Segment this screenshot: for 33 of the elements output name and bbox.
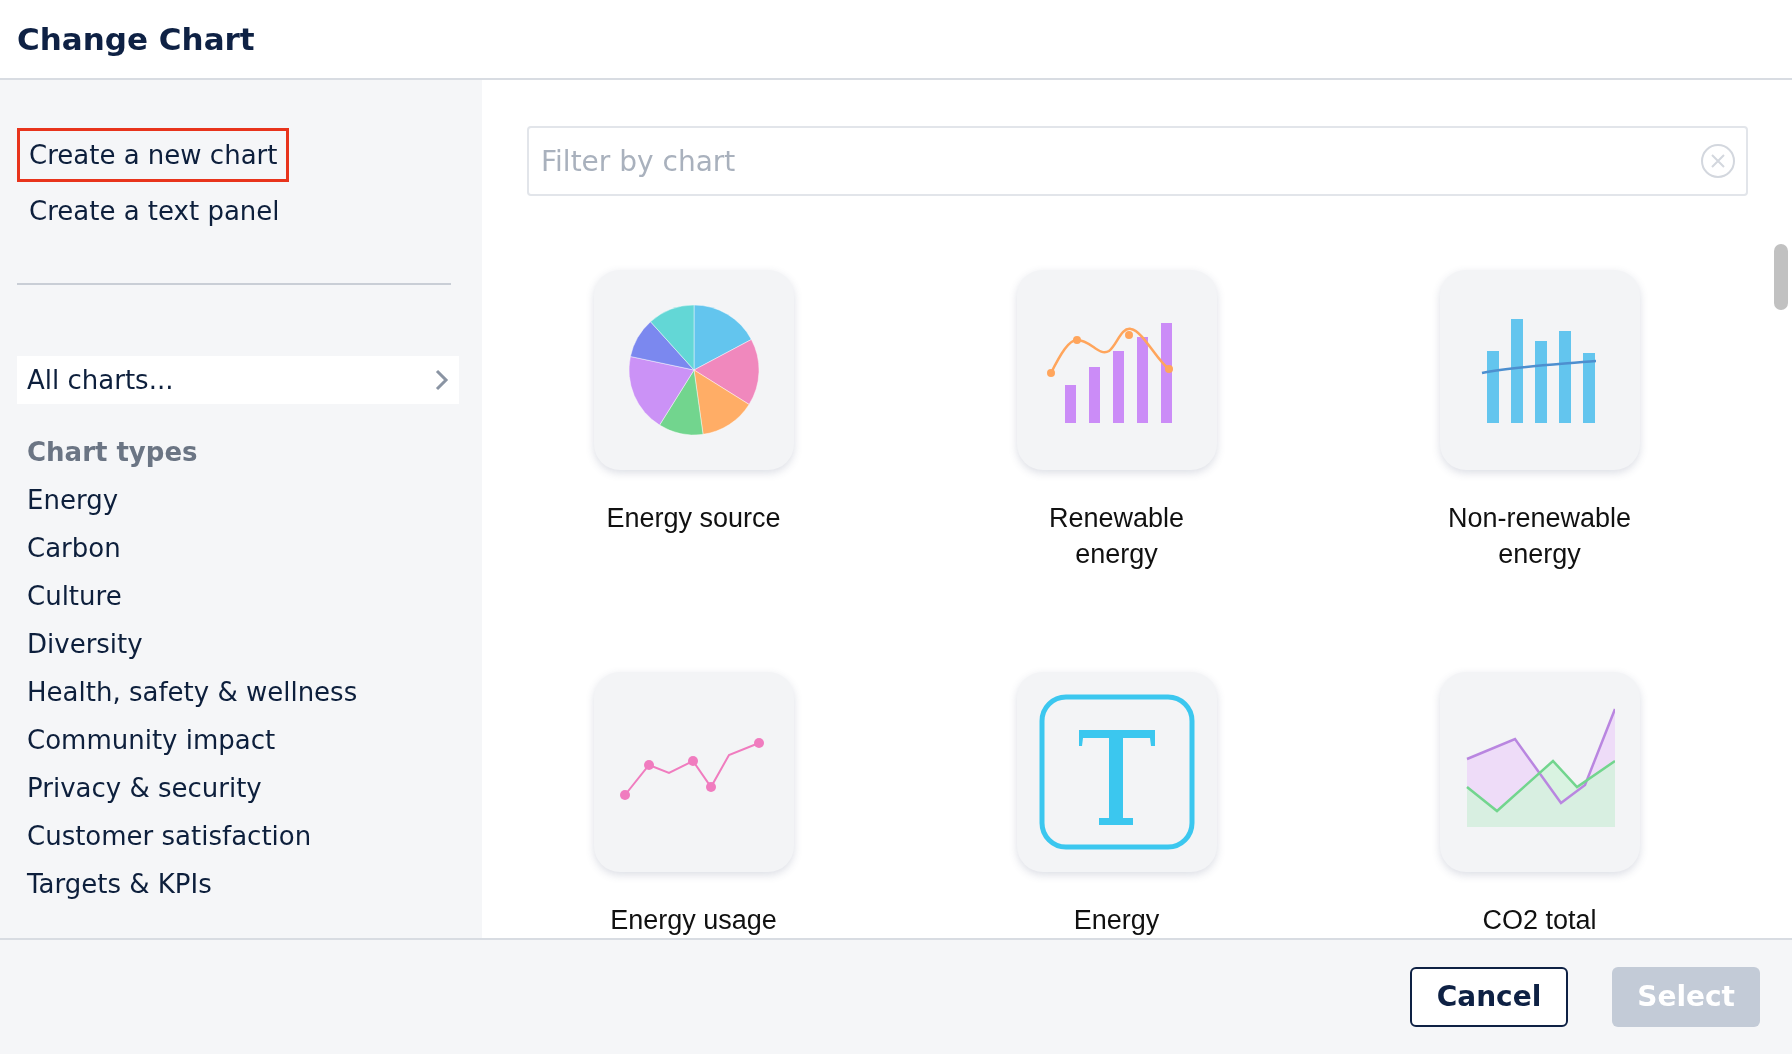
chart-card[interactable] <box>593 270 794 470</box>
sidebar-link[interactable]: Create a text panel <box>17 184 292 238</box>
all-charts-button[interactable]: All charts... <box>17 356 459 404</box>
sidebar-item[interactable]: Carbon <box>17 524 121 572</box>
sidebar-item[interactable]: Energy <box>17 476 119 524</box>
scrollbar-thumb[interactable] <box>1774 244 1788 310</box>
chart-label: Renewable energy <box>1047 502 1186 571</box>
sidebar-link[interactable]: Create a new chart <box>17 128 290 182</box>
sidebar-item[interactable]: Community impact <box>17 716 276 764</box>
section-heading: Chart types <box>26 436 199 469</box>
chevron-right-icon <box>435 369 449 391</box>
window-title: Change Chart <box>17 19 255 59</box>
chart-card[interactable] <box>1016 672 1217 872</box>
cancel-button[interactable]: Cancel <box>1409 967 1569 1027</box>
chart-card[interactable] <box>593 672 794 872</box>
chart-label: Energy source <box>605 502 782 535</box>
sidebar-item[interactable]: Customer satisfaction <box>17 812 312 860</box>
sidebar-item[interactable]: Culture <box>17 572 122 620</box>
chart-card[interactable] <box>1439 672 1640 872</box>
sidebar-item[interactable]: Targets & KPIs <box>17 860 212 908</box>
pie-chart-icon <box>628 305 759 435</box>
sidebar-item[interactable]: Diversity <box>17 620 143 668</box>
chart-label: Non-renewable energy <box>1446 502 1633 571</box>
text-icon <box>1038 694 1195 850</box>
chart-card[interactable] <box>1439 270 1640 470</box>
chart-label: Energy <box>1072 904 1161 937</box>
filter-field[interactable]: Filter by chart <box>527 126 1748 196</box>
clear-icon[interactable] <box>1700 143 1736 179</box>
chart-label: Energy usage <box>609 904 778 937</box>
chart-label: CO2 total <box>1481 904 1598 937</box>
chart-card[interactable] <box>1016 270 1217 470</box>
sidebar-item[interactable]: Health, safety & wellness <box>17 668 358 716</box>
sidebar-item[interactable]: Privacy & security <box>17 764 262 812</box>
